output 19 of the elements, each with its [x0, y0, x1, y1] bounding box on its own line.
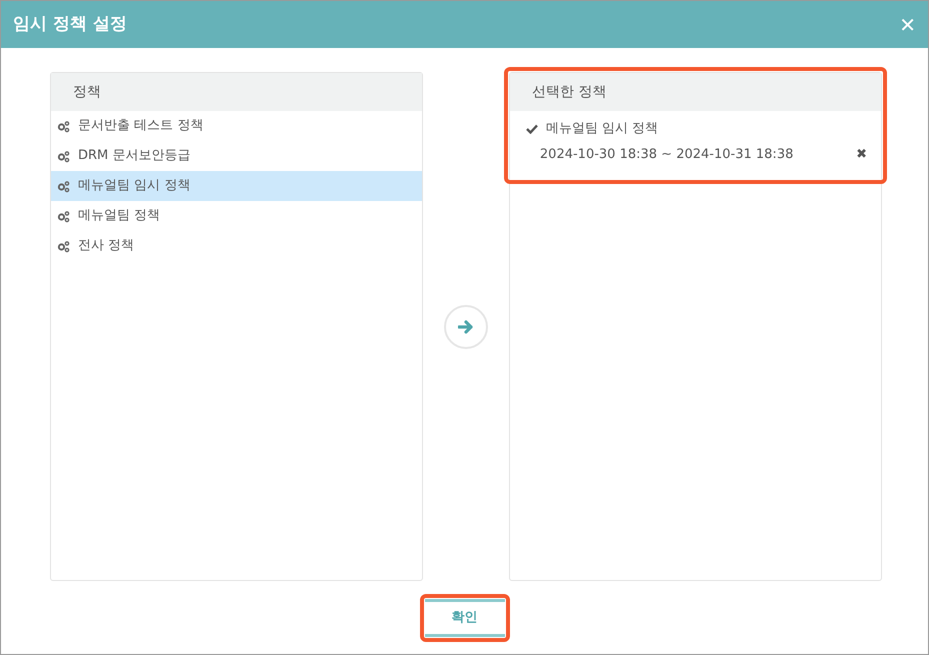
arrow-right-icon [458, 320, 474, 334]
panel-title: 선택한 정책 [532, 82, 606, 102]
policy-item[interactable]: 메뉴얼팀 정책 [51, 201, 422, 232]
policy-period: 2024-10-30 18:38 ~ 2024-10-31 18:38 [540, 146, 794, 164]
window-title: 임시 정책 설정 [13, 12, 127, 36]
gears-icon [57, 120, 70, 133]
policy-item[interactable]: 문서반출 테스트 정책 [51, 111, 422, 142]
gears-icon [57, 150, 70, 163]
policy-item[interactable]: 메뉴얼팀 임시 정책 [51, 171, 422, 202]
remove-button[interactable]: ✖ [856, 144, 868, 164]
gears-icon [57, 240, 70, 253]
selected-policy-name: 메뉴얼팀 임시 정책 [546, 120, 658, 138]
check-icon [526, 124, 538, 134]
policy-item[interactable]: 전사 정책 [51, 231, 422, 262]
add-button[interactable] [444, 304, 488, 349]
gears-icon [57, 210, 70, 223]
panel-title: 정책 [73, 82, 101, 102]
policy-item[interactable]: DRM 문서보안등급 [51, 141, 422, 172]
gears-icon [57, 180, 70, 193]
